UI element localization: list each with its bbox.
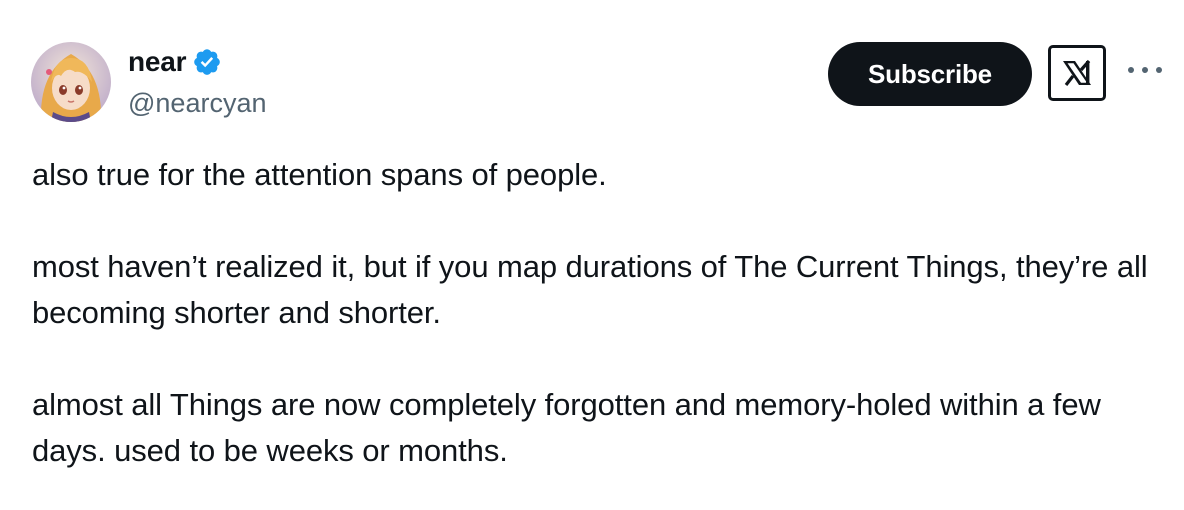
- display-name[interactable]: near: [128, 44, 187, 80]
- tweet-paragraph: most haven’t realized it, but if you map…: [32, 249, 1148, 330]
- tweet-text: also true for the attention spans of peo…: [32, 152, 1162, 474]
- author-name-row: near: [128, 44, 222, 80]
- more-options-icon[interactable]: [1128, 62, 1162, 78]
- subscribe-button[interactable]: Subscribe: [828, 42, 1032, 106]
- verified-badge-icon[interactable]: [192, 47, 222, 77]
- author-handle[interactable]: @nearcyan: [128, 86, 266, 120]
- more-dot: [1128, 67, 1134, 73]
- tweet-paragraph: also true for the attention spans of peo…: [32, 157, 607, 192]
- more-dot: [1156, 67, 1162, 73]
- anime-avatar-icon: [31, 42, 111, 122]
- tweet-paragraph: almost all Things are now completely for…: [32, 387, 1101, 468]
- more-dot: [1142, 67, 1148, 73]
- avatar[interactable]: [31, 42, 111, 122]
- x-logo-icon[interactable]: [1048, 45, 1106, 101]
- tweet-card: near @nearcyan Subscribe also true for t…: [0, 0, 1184, 510]
